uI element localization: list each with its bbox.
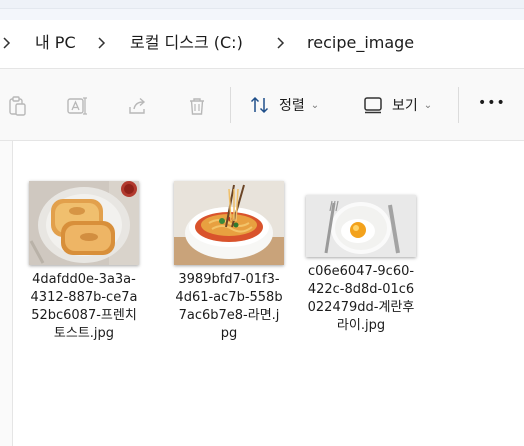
navigation-pane-edge [0, 141, 13, 446]
file-name: 4dafdd0e-3a3a-4312-887b-ce7a52bc6087-프렌치… [30, 272, 138, 341]
view-label: 보기 [392, 98, 418, 114]
view-icon [364, 97, 382, 114]
breadcrumb-item-recipe-image[interactable]: recipe_image [307, 32, 414, 54]
file-name: 3989bfd7-01f3-4d61-ac7b-558b7ac6b7e8-라면.… [175, 272, 283, 341]
image-thumbnail [306, 195, 416, 257]
file-item[interactable]: c06e6047-9c60-422c-8d8d-01c6022479dd-계란후… [301, 195, 421, 335]
image-thumbnail [174, 181, 284, 265]
command-bar: 정렬 ⌄ 보기 ⌄ ••• [0, 69, 524, 141]
chevron-down-icon: ⌄ [423, 99, 433, 111]
file-item[interactable]: 4dafdd0e-3a3a-4312-887b-ce7a52bc6087-프렌치… [24, 181, 144, 343]
sort-label: 정렬 [279, 98, 305, 114]
breadcrumb-item-my-pc[interactable]: 내 PC [35, 32, 76, 54]
delete-icon[interactable] [186, 95, 208, 117]
sort-icon [250, 96, 269, 114]
file-name: c06e6047-9c60-422c-8d8d-01c6022479dd-계란후… [307, 264, 415, 333]
address-bar[interactable]: 내 PC 로컬 디스크 (C:) recipe_image [0, 20, 524, 68]
chevron-right-icon[interactable] [0, 34, 14, 52]
more-options-icon[interactable]: ••• [478, 95, 506, 111]
share-icon[interactable] [127, 95, 149, 117]
breadcrumb-item-local-disk[interactable]: 로컬 디스크 (C:) [130, 32, 243, 54]
file-item[interactable]: 3989bfd7-01f3-4d61-ac7b-558b7ac6b7e8-라면.… [169, 181, 289, 343]
paste-icon[interactable] [6, 95, 28, 117]
toolbar-divider [230, 87, 231, 123]
chevron-down-icon: ⌄ [310, 99, 320, 111]
view-button[interactable]: 보기 ⌄ [362, 91, 432, 119]
tab-edge [0, 0, 524, 9]
chevron-right-icon[interactable] [274, 34, 288, 52]
sort-button[interactable]: 정렬 ⌄ [249, 91, 319, 119]
title-strip [0, 0, 524, 20]
image-thumbnail [29, 181, 139, 265]
rename-icon[interactable] [66, 95, 88, 117]
chevron-right-icon[interactable] [95, 34, 109, 52]
toolbar-divider [458, 87, 459, 123]
